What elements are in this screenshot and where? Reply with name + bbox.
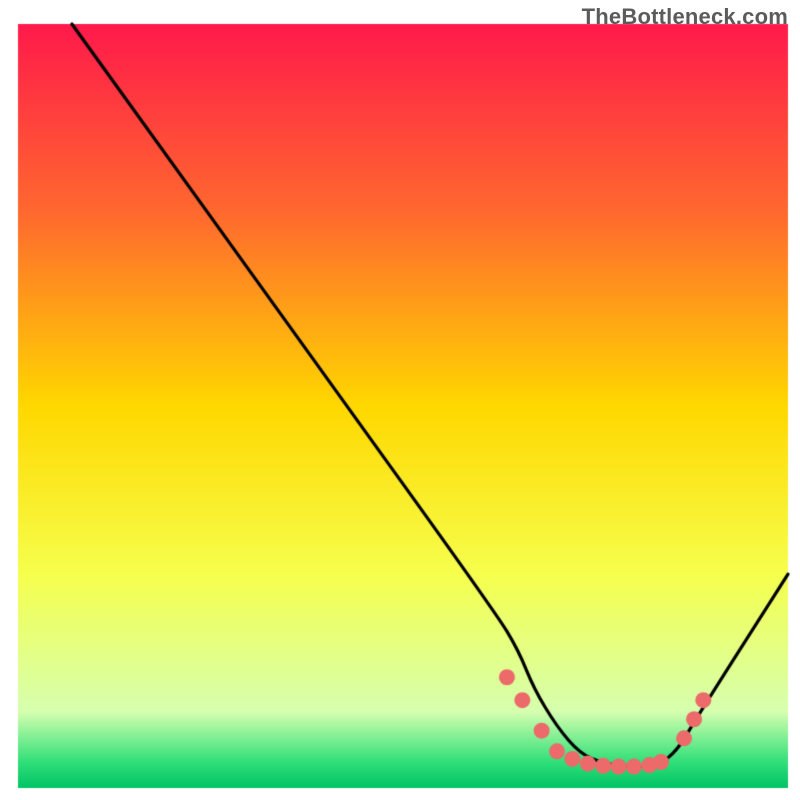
watermark-text: TheBottleneck.com — [582, 4, 788, 30]
bottleneck-curve-plot — [0, 0, 800, 800]
chart-container: TheBottleneck.com — [0, 0, 800, 800]
